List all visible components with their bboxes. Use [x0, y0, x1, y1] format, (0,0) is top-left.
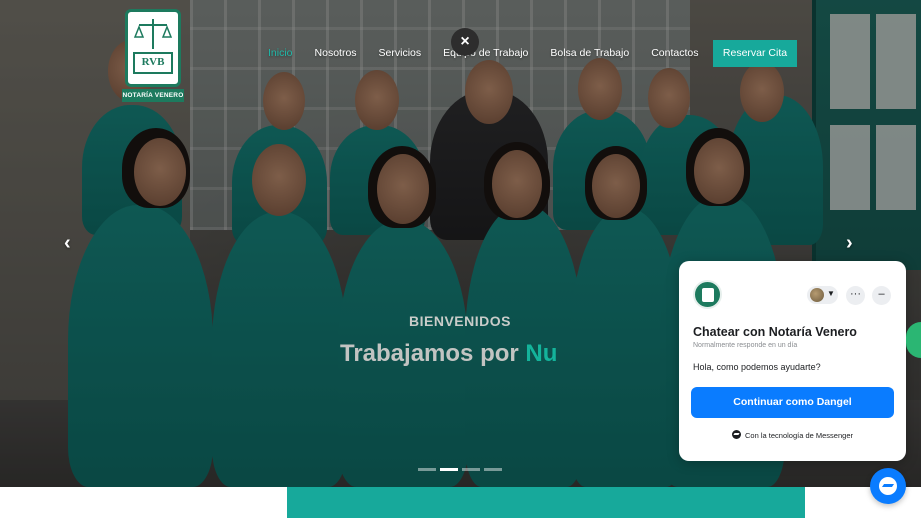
user-avatar [810, 288, 824, 302]
logo-mini-icon [702, 288, 714, 302]
slider-dot[interactable] [484, 468, 502, 471]
more-options-icon[interactable]: ··· [846, 286, 865, 305]
user-switcher[interactable]: ▼ [807, 286, 838, 304]
logo-caption: NOTARÍA VENERO [122, 89, 184, 102]
slider-dot[interactable] [462, 468, 480, 471]
nav-item-bolsa[interactable]: Bolsa de Trabajo [550, 47, 629, 59]
hero-headline-accent: Nu [525, 340, 558, 367]
main-nav: Inicio Nosotros Servicios Equipo de Trab… [268, 40, 720, 66]
minimize-icon[interactable]: – [872, 286, 891, 305]
messenger-bolt [881, 484, 895, 487]
powered-by-messenger: Con la tecnología de Messenger [679, 430, 906, 440]
nav-item-inicio[interactable]: Inicio [268, 47, 293, 59]
slider-dot[interactable] [418, 468, 436, 471]
messenger-launcher-icon[interactable] [870, 468, 906, 504]
reservar-cita-button[interactable]: Reservar Cita [713, 40, 797, 67]
messenger-icon [732, 430, 741, 439]
section-banner [287, 487, 805, 518]
next-slide-icon[interactable]: › [846, 233, 853, 253]
hero-headline-main: Trabajamos por [340, 340, 526, 367]
chat-title: Chatear con Notaría Venero [693, 325, 857, 339]
chat-greeting: Hola, como podemos ayudarte? [693, 362, 821, 372]
notary-logo[interactable]: RVB NOTARÍA VENERO [122, 9, 184, 102]
powered-by-label: Con la tecnología de Messenger [745, 431, 853, 440]
nav-item-servicios[interactable]: Servicios [379, 47, 422, 59]
nav-item-nosotros[interactable]: Nosotros [315, 47, 357, 59]
slider-dot-active[interactable] [440, 468, 458, 471]
slider-dots [418, 468, 506, 471]
continue-as-button[interactable]: Continuar como Dangel [691, 387, 894, 418]
hero-headline: Trabajamos por Nu [300, 340, 620, 368]
chevron-down-icon: ▼ [827, 289, 835, 298]
page-avatar [693, 280, 722, 309]
hero-kicker: BIENVENIDOS [409, 313, 511, 329]
prev-slide-icon[interactable]: ‹ [64, 233, 71, 253]
messenger-chat-panel: ▼ ··· – Chatear con Notaría Venero Norma… [679, 261, 906, 461]
close-icon[interactable]: × [451, 28, 479, 56]
logo-monogram: RVB [141, 56, 165, 68]
nav-item-contactos[interactable]: Contactos [651, 47, 698, 59]
scales-icon [133, 19, 173, 74]
chat-subtitle: Normalmente responde en un día [693, 342, 798, 349]
